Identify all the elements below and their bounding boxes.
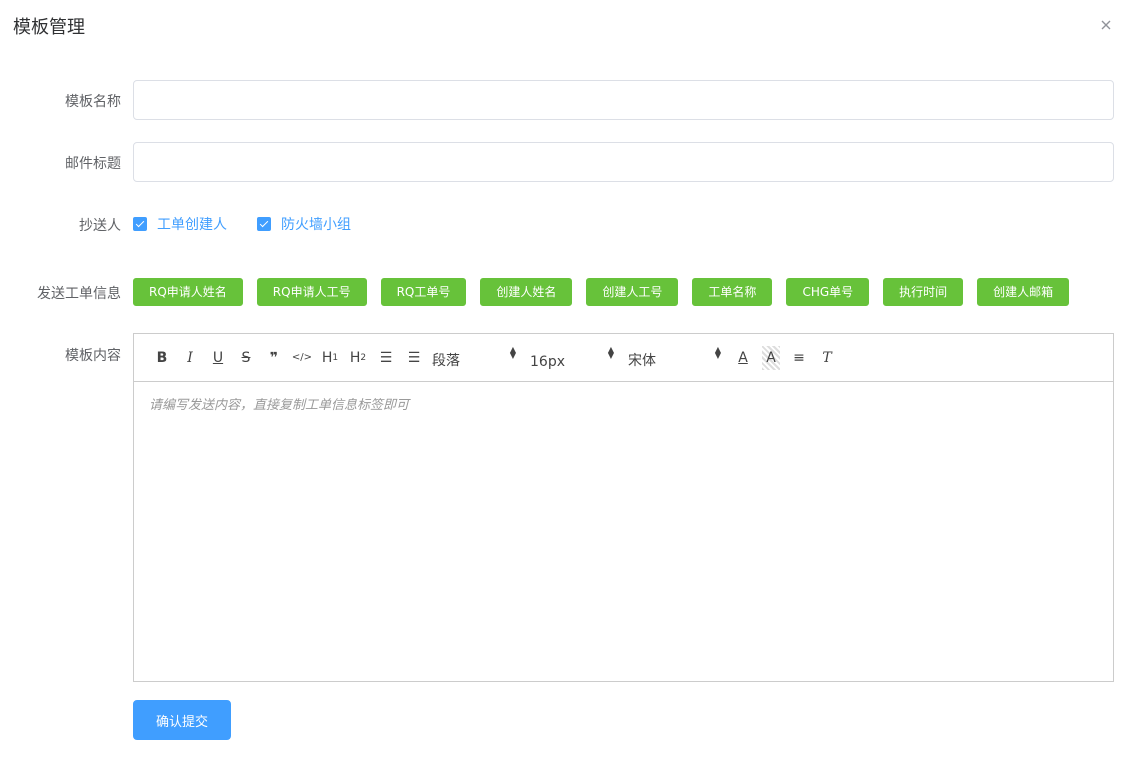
tag-creator-email[interactable]: 创建人邮箱	[977, 278, 1070, 306]
submit-button[interactable]: 确认提交	[133, 700, 231, 740]
ordered-list-icon[interactable]: ☰	[372, 346, 400, 370]
select-value: 段落	[432, 352, 460, 369]
sort-arrows-icon: ▲ ▼	[509, 344, 516, 360]
checkbox-firewall-team[interactable]: 防火墙小组	[257, 214, 351, 234]
mail-subject-label: 邮件标题	[65, 156, 121, 172]
sort-arrows-icon: ▲ ▼	[607, 344, 614, 360]
mail-subject-input[interactable]	[133, 142, 1114, 182]
rich-text-editor: B I U S ❞ </> H1 H2 ☰ ☰ 段落 ▲ ▼ 16px ▲ ▼ 宋体…	[133, 333, 1114, 682]
tag-creator-name[interactable]: 创建人姓名	[480, 278, 573, 306]
checkbox-label: 防火墙小组	[281, 217, 351, 233]
align-icon[interactable]: ≡	[785, 346, 813, 370]
checkbox-checked-icon	[133, 217, 147, 231]
font-color-icon[interactable]: A	[729, 346, 757, 370]
heading-letter: H	[349, 349, 361, 366]
ticket-info-label: 发送工单信息	[37, 286, 121, 302]
checkbox-checked-icon	[257, 217, 271, 231]
editor-content[interactable]: 请编写发送内容，直接复制工单信息标签即可	[134, 382, 1113, 682]
template-name-label: 模板名称	[65, 94, 121, 110]
select-value: 16px	[530, 353, 565, 370]
template-name-input[interactable]	[133, 80, 1114, 120]
dialog-title: 模板管理	[13, 17, 85, 38]
ticket-info-tags: RQ申请人姓名 RQ申请人工号 RQ工单号 创建人姓名 创建人工号 工单名称 C…	[133, 278, 1083, 306]
bold-icon[interactable]: B	[148, 346, 176, 370]
paragraph-select[interactable]: 段落 ▲ ▼	[430, 344, 516, 370]
heading-number: 2	[360, 352, 367, 363]
checkbox-ticket-creator[interactable]: 工单创建人	[133, 214, 227, 234]
close-icon[interactable]	[1099, 18, 1113, 32]
cc-checkbox-group: 工单创建人 防火墙小组	[133, 215, 381, 233]
editor-toolbar: B I U S ❞ </> H1 H2 ☰ ☰ 段落 ▲ ▼ 16px ▲ ▼ 宋体…	[134, 334, 1113, 382]
sort-arrows-icon: ▲ ▼	[714, 344, 721, 360]
heading-number: 1	[332, 352, 339, 363]
heading-letter: H	[321, 349, 333, 366]
checkbox-label: 工单创建人	[157, 217, 227, 233]
strikethrough-icon[interactable]: S	[232, 346, 260, 370]
tag-rq-ticket-number[interactable]: RQ工单号	[380, 278, 467, 306]
tag-creator-id[interactable]: 创建人工号	[586, 278, 679, 306]
cc-label: 抄送人	[79, 218, 121, 234]
heading-2-icon[interactable]: H2	[344, 346, 372, 370]
content-label: 模板内容	[65, 348, 121, 364]
underline-icon[interactable]: U	[204, 346, 232, 370]
select-value: 宋体	[628, 352, 656, 369]
code-icon[interactable]: </>	[288, 346, 316, 370]
tag-chg-number[interactable]: CHG单号	[786, 278, 870, 306]
clear-format-icon[interactable]: T	[813, 346, 841, 370]
bullet-list-icon[interactable]: ☰	[400, 346, 428, 370]
blockquote-icon[interactable]: ❞	[260, 346, 288, 370]
tag-rq-applicant-id[interactable]: RQ申请人工号	[256, 278, 367, 306]
font-family-select[interactable]: 宋体 ▲ ▼	[626, 344, 721, 370]
heading-1-icon[interactable]: H1	[316, 346, 344, 370]
italic-icon[interactable]: I	[176, 346, 204, 370]
tag-execution-time[interactable]: 执行时间	[883, 278, 964, 306]
background-color-icon[interactable]: A	[762, 345, 780, 370]
tag-rq-applicant-name[interactable]: RQ申请人姓名	[133, 278, 243, 306]
editor-placeholder: 请编写发送内容，直接复制工单信息标签即可	[149, 398, 410, 413]
font-size-select[interactable]: 16px ▲ ▼	[528, 344, 614, 370]
tag-ticket-name[interactable]: 工单名称	[692, 278, 773, 306]
